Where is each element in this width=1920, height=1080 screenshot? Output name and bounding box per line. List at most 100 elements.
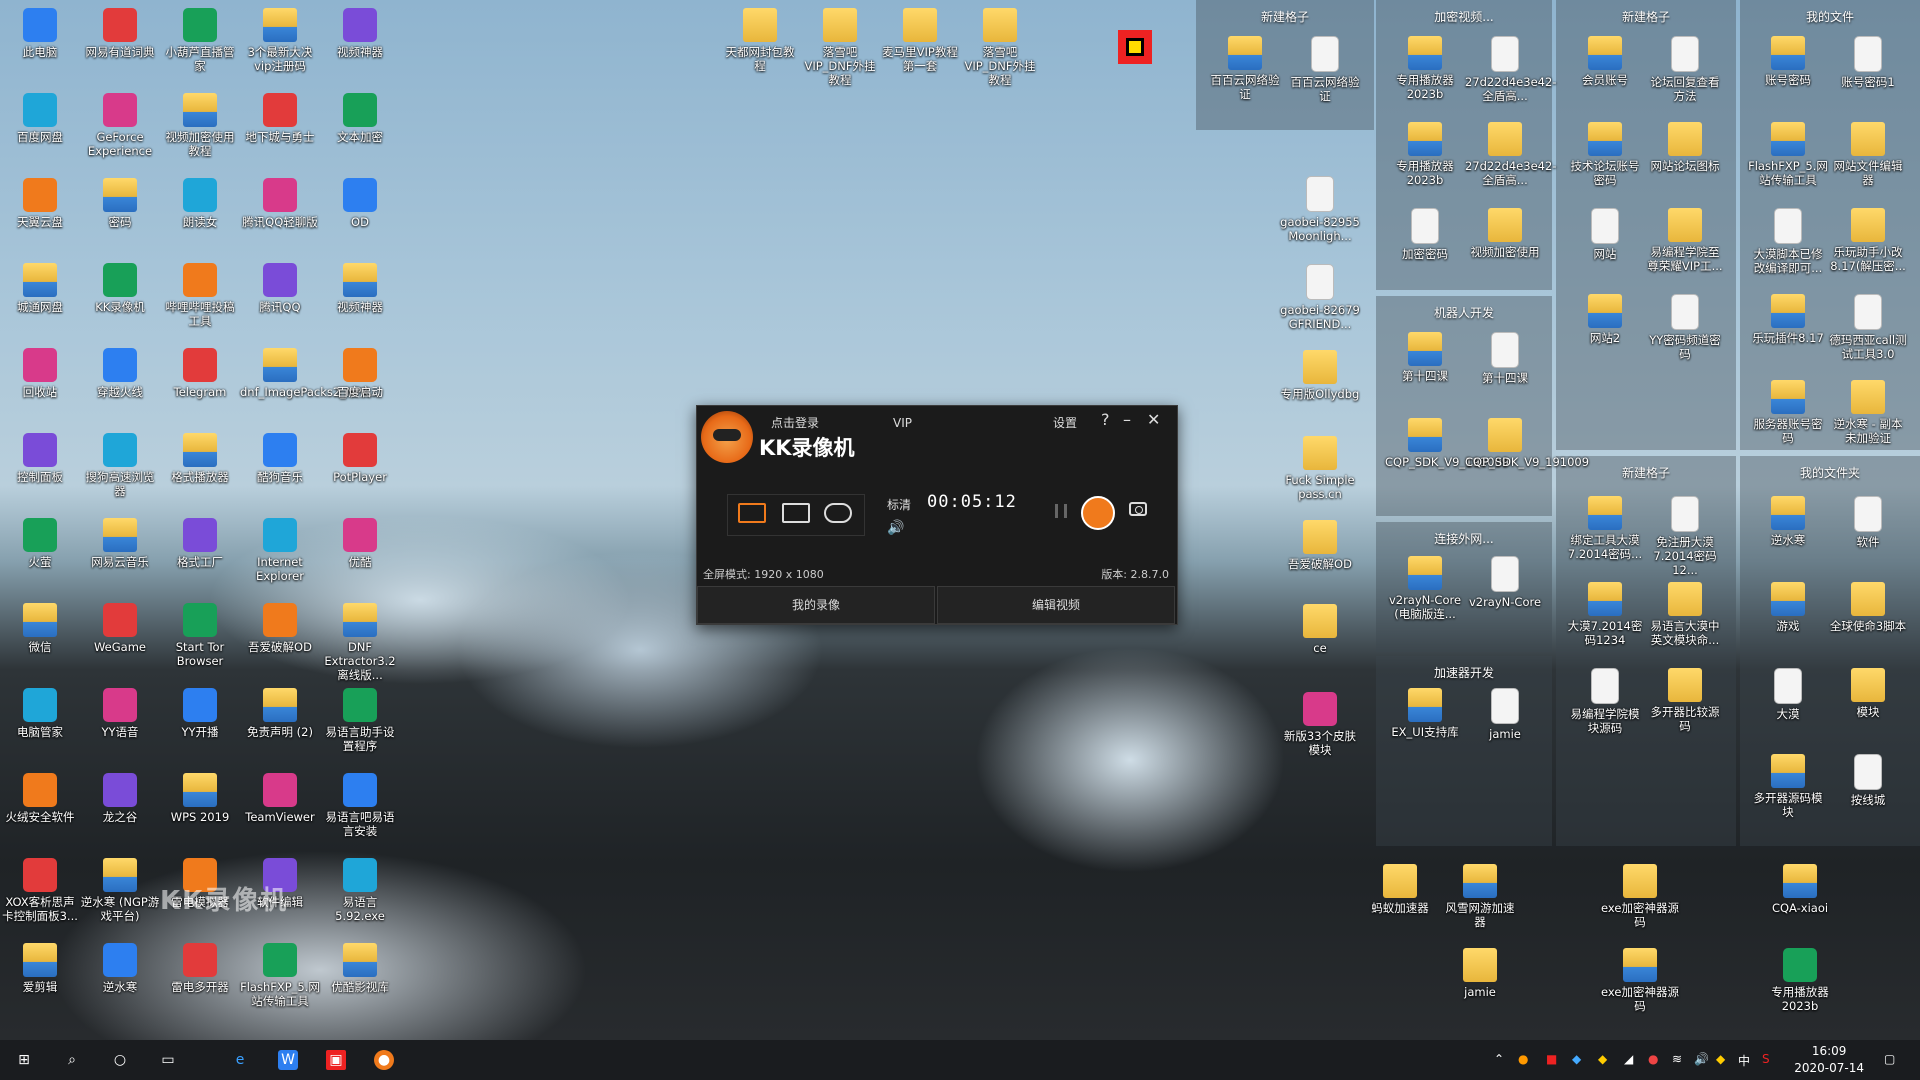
desktop-shortcut[interactable]: Start Tor Browser — [160, 603, 240, 668]
desktop-shortcut[interactable]: 3个最新大决vip注册码 — [240, 8, 320, 73]
close-button[interactable]: ✕ — [1147, 410, 1160, 429]
desktop-shortcut[interactable]: 易语言吧易语言安装 — [320, 773, 400, 838]
desktop-shortcut[interactable]: KK录像机 — [80, 263, 160, 314]
desktop-shortcut[interactable]: 逆水寒 (NGP游戏平台) — [80, 858, 160, 923]
desktop-shortcut[interactable]: 视频神器 — [320, 263, 400, 314]
wifi-icon[interactable]: ≋ — [1672, 1052, 1682, 1066]
desktop-shortcut[interactable]: 吾爱破解OD — [240, 603, 320, 654]
desktop-shortcut[interactable]: CQP_SDK_V9_191009 — [1385, 418, 1509, 469]
desktop-shortcut[interactable]: 腾讯QQ — [240, 263, 320, 314]
desktop-shortcut[interactable]: 大漠脚本已修改编译即可... — [1748, 208, 1828, 275]
settings-button[interactable]: 设置 — [1053, 414, 1077, 431]
desktop-shortcut[interactable]: 火萤 — [0, 518, 80, 569]
desktop-shortcut[interactable]: Fuck Simple pass.cn — [1280, 436, 1360, 501]
desktop-shortcut[interactable]: 绑定工具大漠7.2014密码... — [1565, 496, 1645, 561]
desktop-shortcut[interactable]: 网易云音乐 — [80, 518, 160, 569]
help-button[interactable]: ? — [1101, 410, 1110, 429]
desktop-shortcut[interactable]: 风雪网游加速器 — [1440, 864, 1520, 929]
desktop-shortcut[interactable]: 逆水寒 — [1748, 496, 1828, 547]
desktop-shortcut[interactable]: 格式工厂 — [160, 518, 240, 569]
fullscreen-mode-icon[interactable] — [738, 503, 766, 523]
desktop-shortcut[interactable]: 落雪吧VIP_DNF外挂教程 — [960, 8, 1040, 87]
desktop-shortcut[interactable]: dnf_ImagePacks2_NPK... — [240, 348, 380, 399]
desktop-shortcut[interactable]: Telegram — [160, 348, 240, 399]
desktop-shortcut[interactable]: 地下城与勇士 — [240, 93, 320, 144]
desktop-shortcut[interactable]: 百度网盘 — [0, 93, 80, 144]
recorder-titlebar[interactable]: 点击登录 VIP KK录像机 设置 ? – ✕ — [697, 406, 1177, 466]
desktop-shortcut[interactable]: 控制面板 — [0, 433, 80, 484]
volume-icon[interactable]: 🔊 — [1694, 1052, 1709, 1066]
desktop-shortcut[interactable]: 网站论坛图标 — [1645, 122, 1725, 173]
vip-link[interactable]: VIP — [893, 416, 912, 430]
edge-icon[interactable]: e — [230, 1050, 250, 1070]
notifications-icon[interactable]: ▢ — [1884, 1052, 1895, 1066]
desktop-shortcut[interactable]: YY语音 — [80, 688, 160, 739]
volume-icon[interactable]: 🔊 — [887, 520, 904, 536]
desktop-shortcut[interactable]: 论坛回复查看方法 — [1645, 36, 1725, 103]
desktop-shortcut[interactable]: jamie — [1465, 688, 1545, 741]
network-icon[interactable]: ◢ — [1624, 1052, 1633, 1066]
desktop-shortcut[interactable]: 视频加密使用 — [1465, 208, 1545, 259]
desktop-shortcut[interactable]: 易语言5.92.exe — [320, 858, 400, 923]
desktop-shortcut[interactable]: FlashFXP_5.网站传输工具 — [240, 943, 320, 1008]
desktop-shortcut[interactable]: 网易有道词典 — [80, 8, 160, 59]
desktop-shortcut[interactable]: CQP_SDK_V9_191009 — [1465, 418, 1589, 469]
desktop-shortcut[interactable]: 天翼云盘 — [0, 178, 80, 229]
desktop-shortcut[interactable]: 龙之谷 — [80, 773, 160, 824]
desktop-shortcut[interactable]: 专用播放器2023b — [1760, 948, 1840, 1013]
desktop-shortcut[interactable]: FlashFXP_5.网站传输工具 — [1748, 122, 1828, 187]
task-view-icon[interactable]: ▭ — [158, 1050, 178, 1070]
desktop-shortcut[interactable]: 百度启动 — [320, 348, 400, 399]
sogou-icon[interactable]: S — [1762, 1052, 1770, 1066]
kk-recorder-icon[interactable]: ● — [374, 1050, 394, 1070]
desktop-shortcut[interactable]: 27d22d4e3e42-全盾高... — [1465, 122, 1556, 187]
desktop-shortcut[interactable]: 游戏 — [1748, 582, 1828, 633]
desktop-shortcut[interactable]: 吾爱破解OD — [1280, 520, 1360, 571]
desktop-shortcut[interactable]: 酷狗音乐 — [240, 433, 320, 484]
system-clock[interactable]: 16:09 2020-07-14 — [1794, 1043, 1864, 1077]
desktop-shortcut[interactable]: 爱剪辑 — [0, 943, 80, 994]
desktop-shortcut[interactable]: OD — [320, 178, 400, 229]
desktop-shortcut[interactable]: 免注册大漠7.2014密码12... — [1645, 496, 1725, 577]
desktop-shortcut[interactable]: 此电脑 — [0, 8, 80, 59]
cortana-icon[interactable]: ○ — [110, 1050, 130, 1070]
desktop-shortcut[interactable]: 德玛西亚call测试工具3.0 — [1828, 294, 1908, 361]
desktop-shortcut[interactable]: 小葫芦直播管家 — [160, 8, 240, 73]
desktop-shortcut[interactable]: 第十四课 — [1385, 332, 1465, 383]
desktop-shortcut[interactable]: 雷电多开器 — [160, 943, 240, 994]
desktop-shortcut[interactable]: 视频加密使用教程 — [160, 93, 240, 158]
tray-app-icon[interactable]: ■ — [1546, 1052, 1557, 1066]
quality-select[interactable]: 标清 — [887, 496, 911, 513]
desktop-shortcut[interactable]: 百百云网络验证 — [1285, 36, 1365, 103]
desktop-shortcut[interactable]: 会员账号 — [1565, 36, 1645, 87]
desktop-shortcut[interactable]: 技术论坛账号密码 — [1565, 122, 1645, 187]
desktop-shortcut[interactable]: v2rayN-Core — [1465, 556, 1545, 609]
desktop-shortcut[interactable]: 易编程学院至尊荣耀VIP工... — [1645, 208, 1725, 273]
desktop-shortcut[interactable]: 逆水寒 — [80, 943, 160, 994]
desktop-shortcut[interactable]: YY密码频道密码 — [1645, 294, 1725, 361]
desktop-shortcut[interactable]: 麦马里VIP教程第一套 — [880, 8, 960, 73]
desktop-shortcut[interactable]: TeamViewer — [240, 773, 320, 824]
desktop-shortcut[interactable]: 回收站 — [0, 348, 80, 399]
edit-video-button[interactable]: 编辑视频 — [937, 586, 1175, 624]
desktop-shortcut[interactable]: XOX客析思声卡控制面板3... — [0, 858, 80, 923]
desktop-shortcut[interactable]: 第十四课 — [1465, 332, 1545, 385]
desktop-shortcut[interactable]: 全球使命3脚本 — [1828, 582, 1908, 633]
desktop-shortcut[interactable]: 账号密码 — [1748, 36, 1828, 87]
desktop-shortcut[interactable]: 账号密码1 — [1828, 36, 1908, 89]
search-icon[interactable]: ⌕ — [62, 1050, 82, 1070]
desktop-shortcut[interactable]: 穿越火线 — [80, 348, 160, 399]
screenshot-icon[interactable] — [1129, 502, 1147, 516]
desktop-shortcut[interactable]: jamie — [1440, 948, 1520, 999]
ime-indicator[interactable]: 中 — [1738, 1052, 1750, 1069]
desktop-shortcut[interactable]: 专用播放器2023b — [1385, 36, 1465, 101]
desktop-shortcut[interactable]: exe加密神器源码 — [1600, 864, 1680, 929]
desktop-shortcut[interactable]: 网站文件编辑器 — [1828, 122, 1908, 187]
desktop-shortcut[interactable]: 微信 — [0, 603, 80, 654]
desktop-shortcut[interactable]: 网站2 — [1565, 294, 1645, 345]
desktop-shortcut[interactable]: 专用版Ollydbg — [1280, 350, 1360, 401]
minimize-button[interactable]: – — [1123, 410, 1131, 429]
wps-icon[interactable]: W — [278, 1050, 298, 1070]
desktop-shortcut[interactable]: YY开播 — [160, 688, 240, 739]
game-mode-icon[interactable] — [824, 503, 852, 523]
